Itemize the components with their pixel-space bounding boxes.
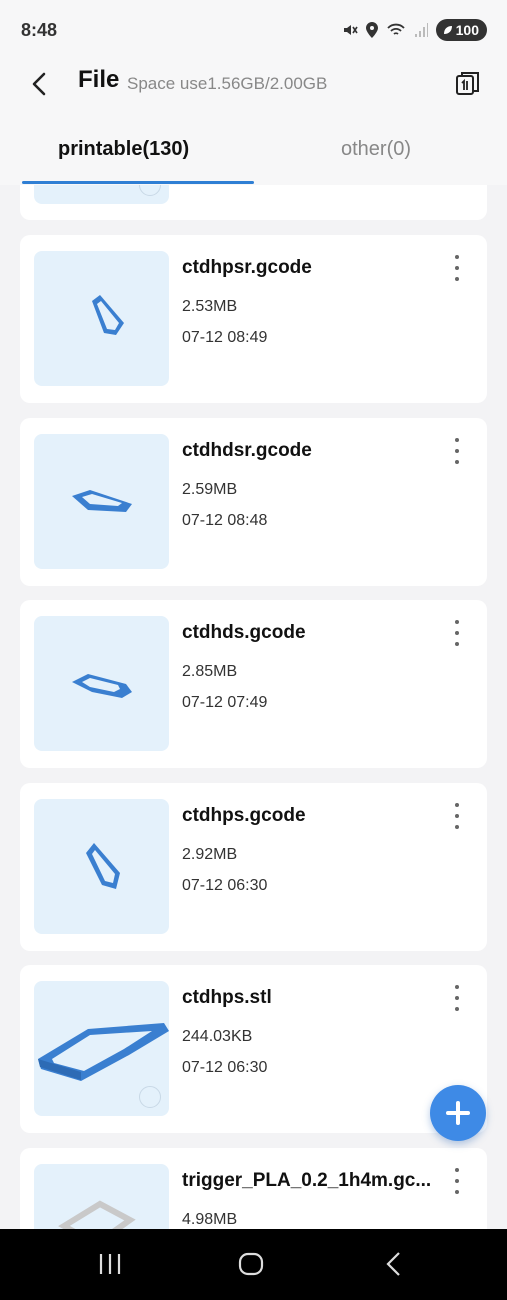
recent-apps-button[interactable] [97, 1251, 123, 1282]
file-tabs: printable(130) other(0) [0, 120, 507, 185]
file-name: ctdhpsr.gcode [182, 257, 312, 278]
signal-icon [414, 23, 428, 37]
tab-other[interactable]: other(0) [341, 138, 411, 161]
file-size: 2.53MB [182, 298, 238, 315]
3d-view-icon [139, 1086, 161, 1108]
file-thumbnail [34, 799, 169, 934]
file-name: ctdhds.gcode [182, 622, 306, 643]
status-bar: 8:48 100 [0, 0, 507, 60]
system-back-button[interactable] [381, 1251, 407, 1282]
battery-level: 100 [455, 22, 479, 38]
3d-view-icon [139, 185, 161, 196]
storage-usage: Space use1.56GB/2.00GB [127, 74, 328, 93]
home-icon [238, 1252, 264, 1276]
file-name: ctdhps.gcode [182, 805, 306, 826]
mute-icon [343, 25, 358, 35]
battery-indicator: 100 [435, 19, 487, 41]
battery-leaf-icon [443, 26, 452, 34]
model-preview [58, 1200, 136, 1229]
list-item[interactable]: ctdhps.gcode 2.92MB 07-12 06:30 [20, 783, 487, 951]
batch-select-button[interactable] [453, 68, 483, 98]
model-preview [72, 674, 132, 698]
model-preview [92, 295, 124, 335]
location-icon [365, 22, 378, 38]
file-thumbnail [34, 981, 169, 1116]
model-preview [72, 490, 132, 512]
more-options-button[interactable] [449, 438, 465, 464]
file-thumbnail [34, 185, 169, 204]
system-back-icon [386, 1252, 400, 1276]
file-size: 244.03KB [182, 1028, 253, 1045]
recent-apps-icon [99, 1254, 121, 1274]
list-item[interactable]: ctdhds.gcode 2.85MB 07-12 07:49 [20, 600, 487, 768]
file-size: 4.98MB [182, 1211, 238, 1228]
tab-printable[interactable]: printable(130) [58, 138, 189, 161]
list-item[interactable]: ctdhpsr.gcode 2.53MB 07-12 08:49 [20, 235, 487, 403]
status-time: 8:48 [21, 20, 58, 40]
file-size: 2.85MB [182, 663, 238, 680]
file-date: 07-12 07:49 [182, 694, 268, 711]
system-navigation-bar [0, 1229, 507, 1300]
file-date: 07-12 08:48 [182, 512, 268, 529]
back-button[interactable] [24, 68, 56, 100]
file-list[interactable]: ctdhpsr.gcode 2.53MB 07-12 08:49 ctdhdsr… [0, 185, 507, 1229]
home-button[interactable] [238, 1251, 264, 1282]
file-thumbnail [34, 1164, 169, 1229]
wifi-icon [386, 23, 405, 35]
file-thumbnail [34, 434, 169, 569]
file-date: 07-12 06:30 [182, 1059, 268, 1076]
more-options-button[interactable] [449, 803, 465, 829]
list-item[interactable]: ctdhdsr.gcode 2.59MB 07-12 08:48 [20, 418, 487, 586]
file-size: 2.59MB [182, 481, 238, 498]
file-size: 2.92MB [182, 846, 238, 863]
more-options-button[interactable] [449, 1168, 465, 1194]
file-thumbnail [34, 251, 169, 386]
more-options-button[interactable] [449, 985, 465, 1011]
back-arrow-icon [32, 72, 46, 96]
top-app-bar: File Space use1.56GB/2.00GB [0, 60, 507, 120]
add-file-button[interactable] [430, 1085, 486, 1141]
tab-indicator [22, 181, 254, 184]
more-options-button[interactable] [449, 620, 465, 646]
status-icons: 100 [342, 19, 487, 41]
file-name: ctdhps.stl [182, 987, 272, 1008]
more-options-button[interactable] [449, 255, 465, 281]
file-name: trigger_PLA_0.2_1h4m.gc... [182, 1170, 432, 1191]
batch-select-icon [456, 72, 479, 95]
list-item[interactable] [20, 185, 487, 220]
list-item[interactable]: ctdhps.stl 244.03KB 07-12 06:30 [20, 965, 487, 1133]
page-title: File [78, 66, 120, 93]
file-thumbnail [34, 616, 169, 751]
list-item[interactable]: trigger_PLA_0.2_1h4m.gc... 4.98MB [20, 1148, 487, 1229]
model-preview [86, 843, 120, 889]
file-date: 07-12 06:30 [182, 877, 268, 894]
file-name: ctdhdsr.gcode [182, 440, 312, 461]
file-date: 07-12 08:49 [182, 329, 268, 346]
